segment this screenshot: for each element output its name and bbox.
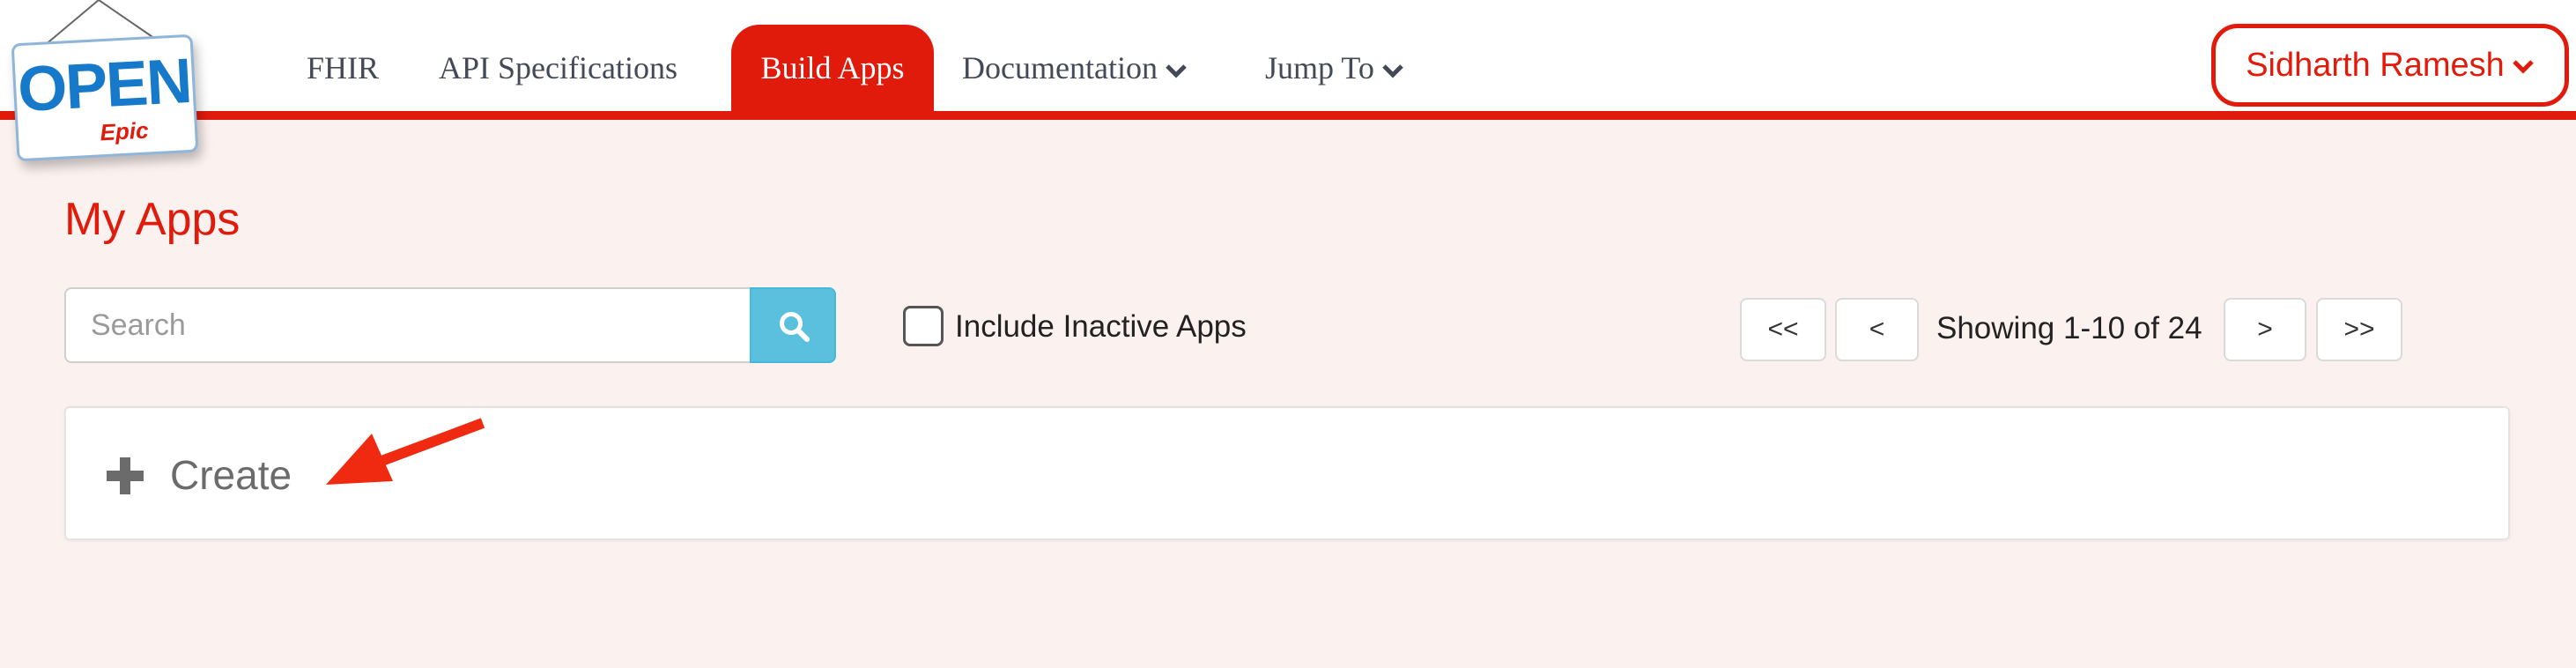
open-epic-logo[interactable]: OPEN Epic (0, 0, 211, 167)
create-label: Create (170, 452, 292, 498)
nav-item-documentation-label: Documentation (962, 50, 1158, 85)
pagination-first-button[interactable]: << (1740, 298, 1826, 361)
pagination-next-button[interactable]: > (2224, 298, 2306, 361)
nav-item-jump-to-label: Jump To (1265, 50, 1374, 85)
plus-icon (107, 457, 144, 494)
nav-item-fhir[interactable]: FHIR (307, 25, 379, 111)
nav-item-build-apps[interactable]: Build Apps (731, 25, 934, 111)
user-name: Sidharth Ramesh (2246, 47, 2505, 84)
page-title: My Apps (64, 194, 241, 245)
red-arrow-icon (326, 418, 485, 485)
user-menu-button[interactable]: Sidharth Ramesh (2211, 24, 2569, 107)
chevron-down-icon (2512, 27, 2535, 101)
search-button[interactable] (750, 287, 836, 363)
include-inactive-checkbox[interactable] (903, 306, 944, 346)
pagination-last-button[interactable]: >> (2316, 298, 2402, 361)
nav-item-jump-to[interactable]: Jump To (1265, 25, 1404, 111)
nav-item-documentation[interactable]: Documentation (962, 25, 1188, 111)
pagination-prev-button[interactable]: < (1835, 298, 1919, 361)
include-inactive-label[interactable]: Include Inactive Apps (955, 307, 1247, 347)
chevron-down-icon (1381, 26, 1404, 112)
search-input[interactable] (64, 287, 751, 363)
search-icon (780, 312, 810, 342)
logo-epic-text: Epic (99, 116, 150, 146)
nav-item-api-specifications[interactable]: API Specifications (439, 25, 677, 111)
pagination-info: Showing 1-10 of 24 (1936, 311, 2202, 345)
header-divider (0, 111, 2576, 120)
logo-sign: OPEN Epic (11, 33, 199, 162)
chevron-down-icon (1165, 26, 1188, 112)
logo-open-text: OPEN (16, 45, 193, 126)
